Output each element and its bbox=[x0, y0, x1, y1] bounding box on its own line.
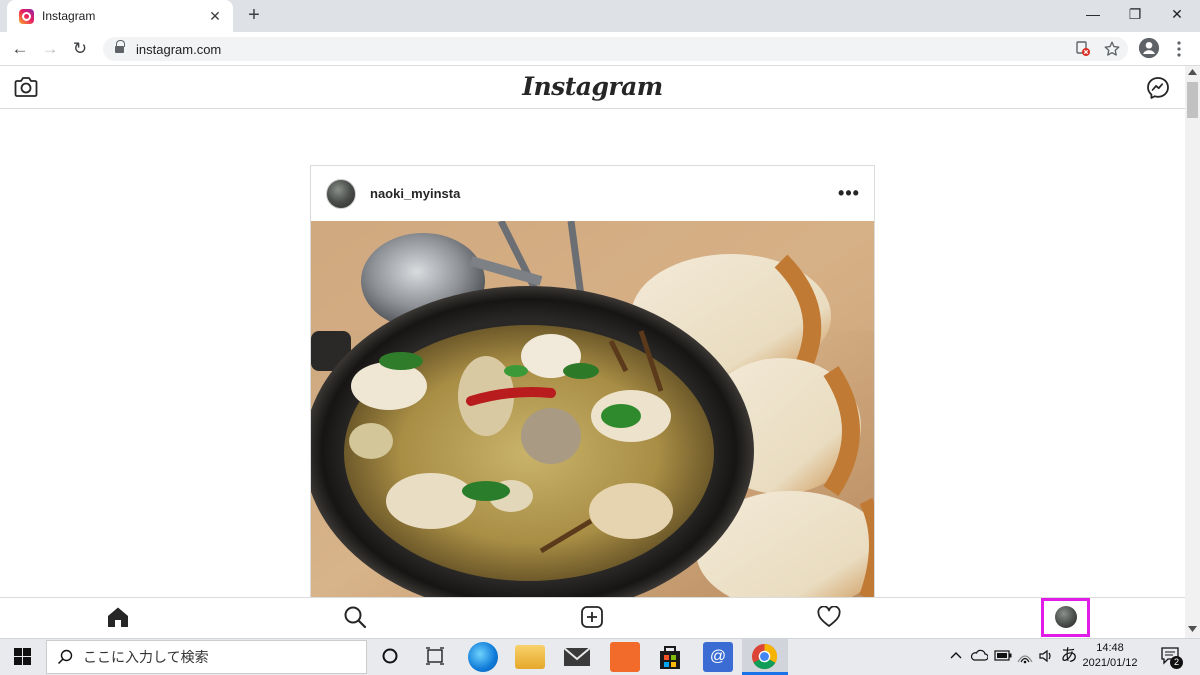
post-header: naoki_myinsta ••• bbox=[311, 166, 874, 221]
taskbar-search-icon bbox=[57, 649, 73, 665]
scroll-up-icon[interactable] bbox=[1188, 68, 1197, 75]
battery-icon[interactable] bbox=[994, 650, 1012, 661]
new-post-icon[interactable] bbox=[580, 605, 604, 629]
post-more-options-button[interactable]: ••• bbox=[834, 183, 864, 204]
cortana-icon[interactable] bbox=[381, 647, 399, 665]
scrollbar-track[interactable] bbox=[1185, 66, 1200, 638]
scrollbar-thumb[interactable] bbox=[1187, 82, 1198, 118]
blocked-content-icon[interactable] bbox=[1075, 41, 1091, 57]
browser-tab[interactable]: Instagram ✕ bbox=[7, 0, 233, 32]
account-icon[interactable] bbox=[1138, 37, 1160, 59]
search-icon[interactable] bbox=[343, 605, 367, 629]
mail-icon[interactable] bbox=[562, 645, 592, 669]
file-explorer-icon[interactable] bbox=[515, 645, 545, 669]
taskbar-search-placeholder: ここに入力して検索 bbox=[83, 649, 209, 665]
taskbar-clock[interactable]: 14:48 2021/01/12 bbox=[1080, 641, 1140, 673]
back-button[interactable]: ← bbox=[8, 37, 32, 61]
url-text[interactable]: instagram.com bbox=[136, 42, 221, 57]
profile-avatar[interactable] bbox=[1055, 606, 1077, 628]
clock-date: 2021/01/12 bbox=[1082, 657, 1138, 669]
post-username[interactable]: naoki_myinsta bbox=[370, 186, 834, 201]
clock-time: 14:48 bbox=[1096, 642, 1124, 654]
chrome-icon[interactable] bbox=[751, 643, 778, 670]
forward-button[interactable]: → bbox=[38, 37, 62, 61]
store-icon[interactable] bbox=[655, 642, 685, 672]
instagram-favicon-icon bbox=[19, 8, 34, 24]
wifi-icon[interactable] bbox=[1016, 648, 1034, 664]
restore-button[interactable]: ❐ bbox=[1123, 4, 1147, 24]
address-bar[interactable]: instagram.com bbox=[103, 37, 1128, 61]
post-avatar[interactable] bbox=[326, 178, 356, 209]
minimize-button[interactable]: — bbox=[1081, 4, 1105, 24]
windows-start-icon[interactable] bbox=[14, 648, 31, 665]
messenger-icon[interactable] bbox=[1146, 76, 1170, 100]
reload-button[interactable]: ↻ bbox=[68, 37, 92, 61]
task-view-icon[interactable] bbox=[425, 647, 445, 665]
ime-mode-indicator[interactable]: あ bbox=[1059, 645, 1079, 667]
lock-icon[interactable] bbox=[115, 40, 125, 54]
volume-icon[interactable] bbox=[1038, 648, 1054, 664]
bookmark-star-icon[interactable] bbox=[1103, 40, 1121, 58]
tray-overflow-chevron-icon[interactable] bbox=[950, 651, 962, 659]
app-orange-icon[interactable] bbox=[610, 642, 640, 672]
scroll-down-icon[interactable] bbox=[1188, 626, 1197, 633]
instagram-logo[interactable]: Instagram bbox=[0, 66, 1185, 108]
post-photo[interactable] bbox=[311, 221, 874, 597]
edge-browser-icon[interactable] bbox=[468, 642, 498, 672]
mail-app-at-icon[interactable]: @ bbox=[703, 642, 733, 672]
notification-count-badge: 2 bbox=[1170, 656, 1183, 669]
close-window-button[interactable]: ✕ bbox=[1165, 4, 1189, 24]
tab-close-icon[interactable]: ✕ bbox=[207, 8, 223, 25]
tab-title: Instagram bbox=[42, 9, 96, 23]
onedrive-icon[interactable] bbox=[970, 649, 988, 661]
home-icon[interactable] bbox=[106, 605, 130, 629]
menu-icon[interactable] bbox=[1172, 40, 1186, 58]
activity-heart-icon[interactable] bbox=[817, 606, 841, 628]
new-tab-button[interactable]: + bbox=[244, 5, 264, 25]
taskbar-search-box[interactable]: ここに入力して検索 bbox=[46, 640, 367, 674]
